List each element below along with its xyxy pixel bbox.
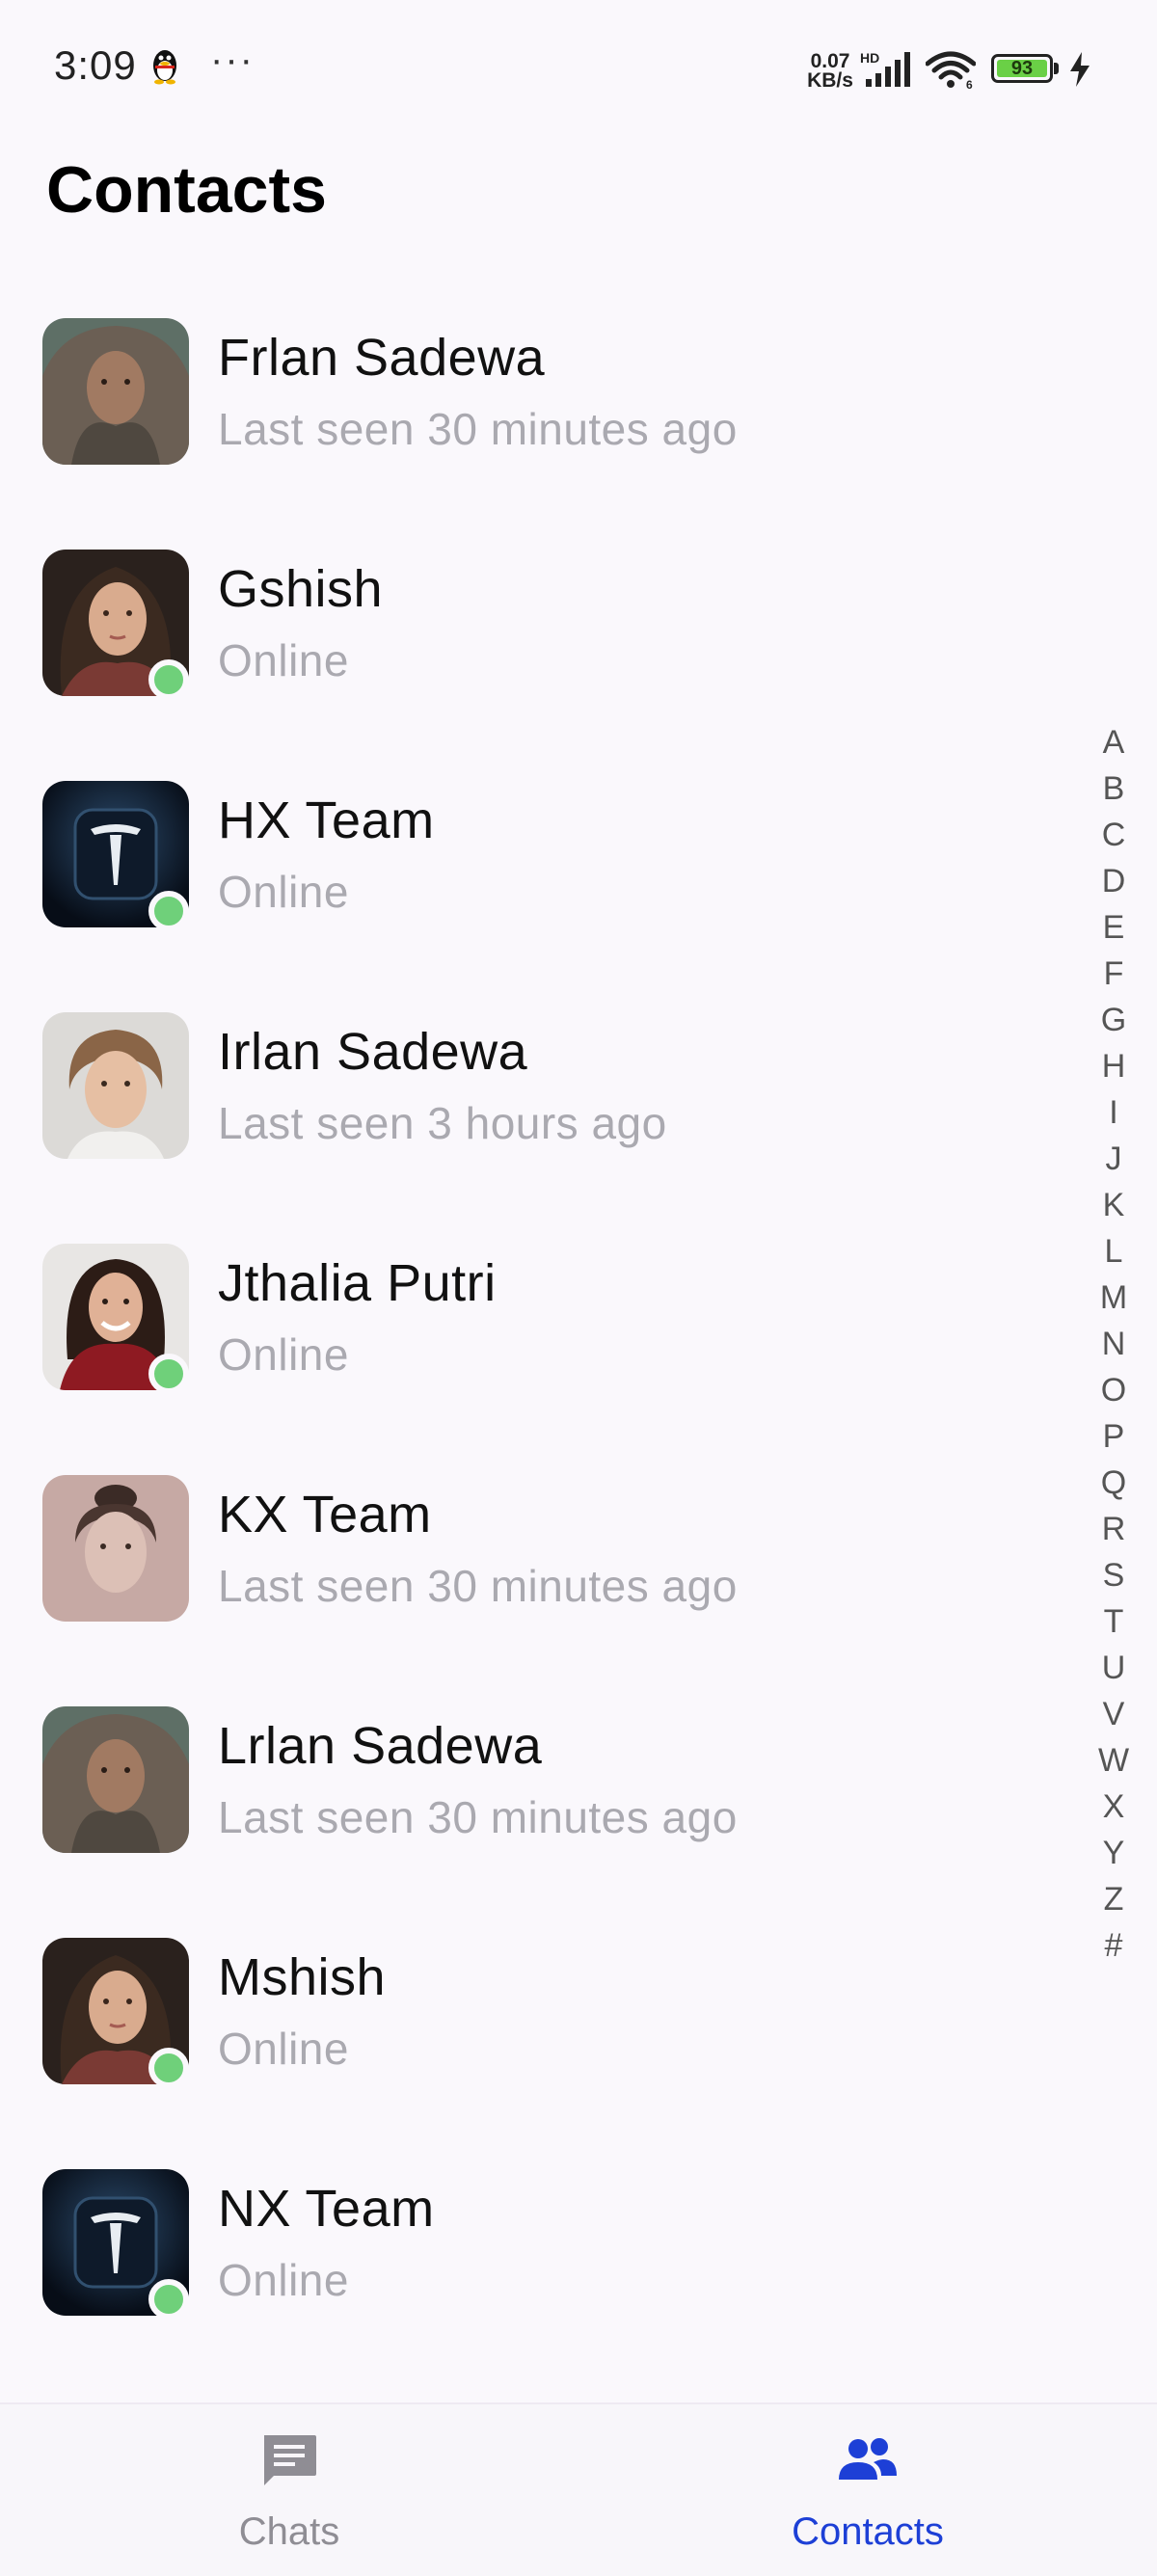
contact-row[interactable]: Mshish Online bbox=[0, 1909, 1080, 2140]
online-indicator bbox=[148, 2279, 189, 2320]
more-notifications-icon: ··· bbox=[210, 39, 255, 81]
contact-name: Irlan Sadewa bbox=[218, 1023, 528, 1081]
people-icon bbox=[839, 2438, 897, 2480]
contact-list[interactable]: Frlan Sadewa Last seen 30 minutes ago Gs… bbox=[0, 289, 1157, 2401]
network-speed-value: 0.07 bbox=[810, 50, 850, 72]
alphabet-index-letter[interactable]: I bbox=[1090, 1089, 1138, 1136]
wifi-icon: 6 bbox=[926, 51, 976, 89]
alphabet-index-letter[interactable]: U bbox=[1090, 1645, 1138, 1691]
contact-row[interactable]: Frlan Sadewa Last seen 30 minutes ago bbox=[0, 289, 1080, 521]
alphabet-index-letter[interactable]: Z bbox=[1090, 1876, 1138, 1922]
contact-row[interactable]: Gshish Online bbox=[0, 521, 1080, 752]
alphabet-index-letter[interactable]: M bbox=[1090, 1275, 1138, 1321]
tab-chats-label: Chats bbox=[238, 2510, 340, 2553]
svg-text:6: 6 bbox=[966, 78, 973, 89]
contact-row[interactable]: KX Team Last seen 30 minutes ago bbox=[0, 1446, 1080, 1677]
qq-penguin-icon bbox=[153, 50, 176, 85]
contact-row[interactable]: Lrlan Sadewa Last seen 30 minutes ago bbox=[0, 1677, 1080, 1909]
alphabet-index-letter[interactable]: # bbox=[1090, 1922, 1138, 1969]
contact-status: Online bbox=[218, 1329, 349, 1380]
alphabet-index[interactable]: A B C D E F G H I J K L M N O P Q R S T U V W X Y Z # bbox=[1090, 719, 1138, 1969]
avatar bbox=[42, 1475, 189, 1622]
battery-level: 93 bbox=[997, 58, 1047, 79]
alphabet-index-letter[interactable]: A bbox=[1090, 719, 1138, 765]
alphabet-index-letter[interactable]: N bbox=[1090, 1321, 1138, 1367]
alphabet-index-letter[interactable]: G bbox=[1090, 997, 1138, 1043]
contact-row[interactable]: Irlan Sadewa Last seen 3 hours ago bbox=[0, 983, 1080, 1215]
contact-status: Last seen 30 minutes ago bbox=[218, 1561, 738, 1611]
avatar bbox=[42, 1012, 189, 1159]
charging-bolt-icon bbox=[1070, 52, 1090, 87]
cellular-signal-icon bbox=[866, 52, 910, 87]
contact-status: Last seen 30 minutes ago bbox=[218, 1792, 738, 1842]
page-title: Contacts bbox=[46, 153, 327, 227]
alphabet-index-letter[interactable]: J bbox=[1090, 1136, 1138, 1182]
network-speed-unit: KB/s bbox=[807, 69, 853, 92]
contact-status: Online bbox=[218, 2255, 349, 2305]
contact-name: Jthalia Putri bbox=[218, 1254, 497, 1312]
contact-name: Mshish bbox=[218, 1948, 387, 2006]
alphabet-index-letter[interactable]: T bbox=[1090, 1598, 1138, 1645]
alphabet-index-letter[interactable]: V bbox=[1090, 1691, 1138, 1737]
contact-status: Online bbox=[218, 2024, 349, 2074]
contact-row[interactable]: Jthalia Putri Online bbox=[0, 1215, 1080, 1446]
contact-name: KX Team bbox=[218, 1486, 432, 1543]
alphabet-index-letter[interactable]: R bbox=[1090, 1506, 1138, 1552]
contact-status: Last seen 3 hours ago bbox=[218, 1098, 667, 1148]
contact-status: Online bbox=[218, 867, 349, 917]
alphabet-index-letter[interactable]: E bbox=[1090, 904, 1138, 951]
online-indicator bbox=[148, 891, 189, 931]
alphabet-index-letter[interactable]: D bbox=[1090, 858, 1138, 904]
network-speed: 0.07 KB/s bbox=[803, 50, 857, 92]
alphabet-index-letter[interactable]: Y bbox=[1090, 1830, 1138, 1876]
alphabet-index-letter[interactable]: S bbox=[1090, 1552, 1138, 1598]
contact-status: Online bbox=[218, 635, 349, 685]
online-indicator bbox=[148, 1354, 189, 1394]
tab-contacts[interactable]: Contacts bbox=[578, 2404, 1157, 2576]
alphabet-index-letter[interactable]: P bbox=[1090, 1413, 1138, 1460]
contact-row[interactable] bbox=[0, 2372, 1080, 2401]
battery-icon: 93 bbox=[991, 54, 1061, 85]
status-bar: 3:09 ··· 0.07 KB/s HD 6 93 bbox=[0, 0, 1157, 135]
chat-bubble-icon bbox=[264, 2435, 316, 2485]
alphabet-index-letter[interactable]: H bbox=[1090, 1043, 1138, 1089]
contact-name: Frlan Sadewa bbox=[218, 329, 546, 387]
contact-name: Gshish bbox=[218, 560, 384, 618]
alphabet-index-letter[interactable]: B bbox=[1090, 765, 1138, 812]
contact-name: NX Team bbox=[218, 2180, 435, 2238]
alphabet-index-letter[interactable]: W bbox=[1090, 1737, 1138, 1784]
contact-row[interactable]: HX Team Online bbox=[0, 752, 1080, 983]
avatar bbox=[42, 318, 189, 465]
bottom-navigation: Chats Contacts bbox=[0, 2402, 1157, 2576]
contact-name: HX Team bbox=[218, 792, 435, 849]
alphabet-index-letter[interactable]: K bbox=[1090, 1182, 1138, 1228]
online-indicator bbox=[148, 2048, 189, 2088]
tab-chats[interactable]: Chats bbox=[0, 2404, 578, 2576]
contact-status: Last seen 30 minutes ago bbox=[218, 404, 738, 454]
tab-contacts-label: Contacts bbox=[792, 2510, 944, 2553]
status-time: 3:09 bbox=[54, 42, 137, 88]
contact-name: Lrlan Sadewa bbox=[218, 1717, 543, 1775]
alphabet-index-letter[interactable]: X bbox=[1090, 1784, 1138, 1830]
alphabet-index-letter[interactable]: O bbox=[1090, 1367, 1138, 1413]
alphabet-index-letter[interactable]: L bbox=[1090, 1228, 1138, 1275]
avatar bbox=[42, 1706, 189, 1853]
alphabet-index-letter[interactable]: F bbox=[1090, 951, 1138, 997]
online-indicator bbox=[148, 659, 189, 700]
alphabet-index-letter[interactable]: Q bbox=[1090, 1460, 1138, 1506]
contact-row[interactable]: NX Team Online bbox=[0, 2140, 1080, 2372]
alphabet-index-letter[interactable]: C bbox=[1090, 812, 1138, 858]
